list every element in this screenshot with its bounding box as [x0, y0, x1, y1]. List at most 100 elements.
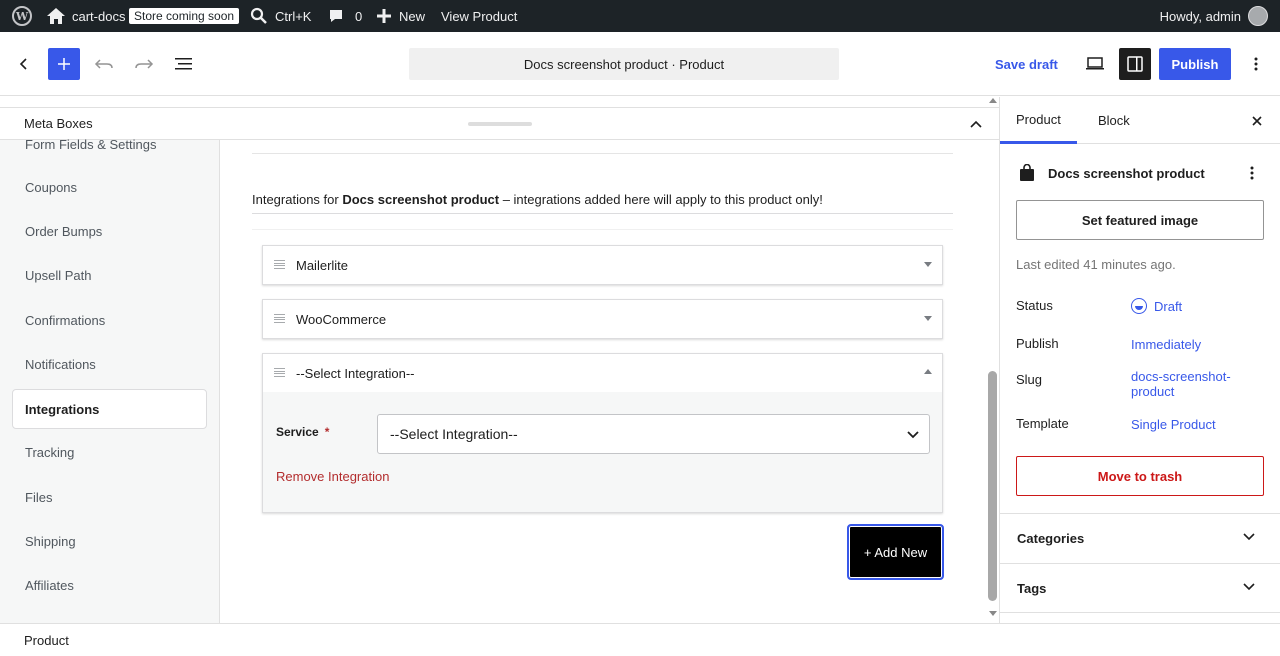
integration-item-mailerlite[interactable]: Mailerlite [262, 245, 943, 285]
publish-label: Publish [1016, 336, 1059, 351]
integration-item-new[interactable]: --Select Integration-- Service * --Select… [262, 353, 943, 513]
store-coming-soon-badge[interactable]: Store coming soon [121, 0, 247, 32]
desktop-icon [1086, 57, 1104, 70]
move-to-trash-button[interactable]: Move to trash [1016, 456, 1264, 496]
admin-bar: W cart-docs Store coming soon Ctrl+K 0 N… [0, 0, 1280, 32]
document-overview-button[interactable] [168, 48, 200, 80]
last-edited-text: Last edited 41 minutes ago. [1016, 257, 1176, 272]
nav-item-coupons[interactable]: Coupons [12, 167, 207, 207]
draft-status-icon [1131, 298, 1147, 314]
slug-value[interactable]: docs-screenshot-product [1131, 369, 1251, 399]
preview-button[interactable] [1079, 48, 1111, 80]
more-vertical-icon [1254, 57, 1258, 71]
add-new-integration-button[interactable]: + Add New [847, 524, 944, 580]
breadcrumb[interactable]: Product [24, 633, 69, 648]
drag-handle-icon[interactable] [274, 314, 285, 323]
document-title-bar[interactable]: Docs screenshot product · Product [409, 48, 839, 80]
expand-arrow-icon[interactable] [924, 316, 932, 321]
publish-button[interactable]: Publish [1159, 48, 1231, 80]
options-menu-button[interactable] [1240, 48, 1272, 80]
search-icon [250, 7, 267, 24]
scroll-up-arrow-icon[interactable] [989, 98, 997, 103]
status-value[interactable]: Draft [1131, 298, 1182, 314]
set-featured-image-button[interactable]: Set featured image [1016, 200, 1264, 240]
nav-item-form-fields[interactable]: Form Fields & Settings [12, 124, 207, 164]
home-icon [47, 8, 65, 24]
integration-name: --Select Integration-- [296, 365, 415, 381]
tab-product[interactable]: Product [1000, 97, 1077, 144]
sidebar-icon [1127, 56, 1143, 72]
template-label: Template [1016, 416, 1069, 431]
integration-name: Mailerlite [296, 257, 349, 273]
product-title: Docs screenshot product [1048, 165, 1205, 181]
settings-sidebar-toggle[interactable] [1119, 48, 1151, 80]
divider [252, 213, 953, 214]
close-icon[interactable] [1247, 111, 1267, 131]
undo-button[interactable] [88, 48, 120, 80]
expand-arrow-icon[interactable] [924, 262, 932, 267]
list-view-icon [175, 58, 192, 70]
integration-header[interactable]: --Select Integration-- [263, 354, 942, 392]
service-select[interactable]: --Select Integration-- [377, 414, 930, 454]
service-label: Service * [276, 425, 330, 439]
nav-item-shipping[interactable]: Shipping [12, 521, 207, 561]
publish-date-value[interactable]: Immediately [1131, 337, 1201, 352]
command-search-button[interactable]: Ctrl+K [242, 0, 319, 32]
nav-item-upsell-path[interactable]: Upsell Path [12, 255, 207, 295]
comment-bubble-icon [330, 10, 342, 22]
nav-item-order-bumps[interactable]: Order Bumps [12, 211, 207, 251]
settings-sidebar: Product Block Docs screenshot product Se… [999, 97, 1280, 623]
integration-header[interactable]: WooCommerce [263, 300, 942, 338]
nav-item-integrations[interactable]: Integrations [12, 389, 207, 429]
site-name-link[interactable]: cart-docs [38, 0, 133, 32]
undo-icon [94, 59, 113, 69]
divider [252, 229, 953, 230]
metabox-resize-area[interactable] [0, 97, 999, 107]
chevron-down-icon [1243, 533, 1255, 541]
avatar [1248, 6, 1268, 26]
tab-block[interactable]: Block [1082, 97, 1146, 144]
account-menu[interactable]: Howdy, admin [1152, 0, 1276, 32]
block-inserter-button[interactable] [48, 48, 80, 80]
chevron-down-icon [907, 431, 919, 439]
nav-item-confirmations[interactable]: Confirmations [12, 300, 207, 340]
product-settings-nav: Form Fields & Settings Coupons Order Bum… [0, 137, 220, 623]
integration-name: WooCommerce [296, 311, 387, 327]
template-value[interactable]: Single Product [1131, 417, 1216, 432]
nav-item-tracking[interactable]: Tracking [12, 432, 207, 472]
collapse-arrow-icon[interactable] [924, 369, 932, 374]
slug-label: Slug [1016, 372, 1043, 387]
integration-item-woocommerce[interactable]: WooCommerce [262, 299, 943, 339]
metabox-resize-handle[interactable] [468, 122, 532, 126]
chevron-up-icon[interactable] [966, 114, 986, 134]
editor-header: Docs screenshot product · Product Save d… [0, 32, 1280, 96]
scroll-down-arrow-icon[interactable] [989, 611, 997, 616]
nav-item-affiliates[interactable]: Affiliates [12, 565, 207, 605]
wordpress-logo-icon[interactable]: W [4, 0, 40, 32]
redo-button[interactable] [128, 48, 160, 80]
categories-panel[interactable]: Categories [1000, 513, 1280, 563]
tags-panel[interactable]: Tags [1000, 563, 1280, 613]
nav-item-files[interactable]: Files [12, 477, 207, 517]
editor-footer: Product [0, 623, 1280, 656]
nav-item-notifications[interactable]: Notifications [12, 344, 207, 384]
view-product-link[interactable]: View Product [433, 0, 525, 32]
product-summary: Docs screenshot product [1016, 161, 1266, 185]
shopping-bag-icon [1016, 162, 1038, 184]
save-draft-button[interactable]: Save draft [985, 48, 1068, 80]
chevron-left-icon [19, 58, 27, 70]
integrations-intro: Integrations for Docs screenshot product… [252, 192, 823, 207]
more-vertical-icon[interactable] [1242, 163, 1262, 183]
new-content-menu[interactable]: New [368, 0, 433, 32]
scrollbar-thumb[interactable] [988, 371, 997, 601]
drag-handle-icon[interactable] [274, 260, 285, 269]
integration-header[interactable]: Mailerlite [263, 246, 942, 284]
drag-handle-icon[interactable] [274, 368, 285, 377]
scrollbar[interactable] [986, 97, 999, 623]
chevron-down-icon [1243, 583, 1255, 591]
back-button[interactable] [8, 48, 40, 80]
status-label: Status [1016, 298, 1053, 313]
comments-link[interactable]: 0 [320, 0, 370, 32]
integrations-panel: Integrations for Docs screenshot product… [220, 140, 985, 623]
remove-integration-link[interactable]: Remove Integration [276, 469, 389, 484]
